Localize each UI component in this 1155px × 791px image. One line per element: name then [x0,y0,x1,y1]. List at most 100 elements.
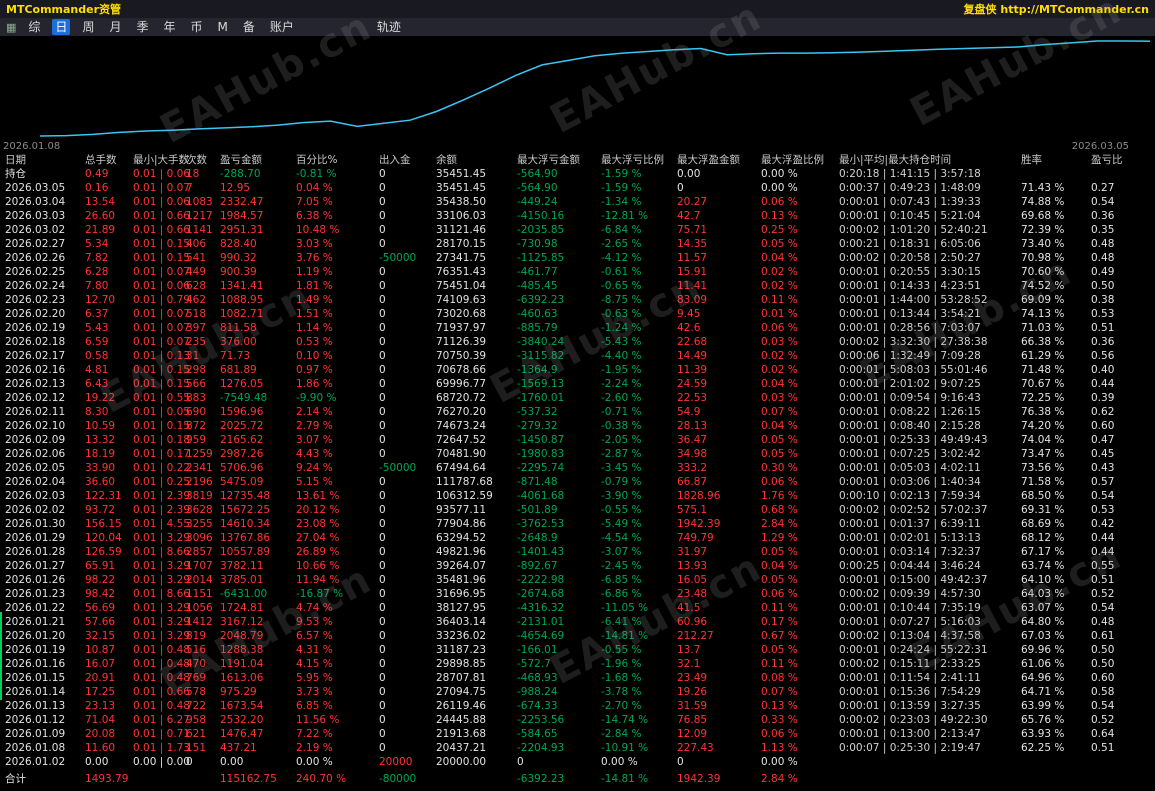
table-row[interactable]: 2026.01.15 20.91 0.01 | 0.48 769 1613.06 5.95… [0,671,1155,685]
cell-percent: 13.61 % [296,490,340,502]
cell-lots: 19.22 [85,392,116,404]
col-header-max-float-loss[interactable]: 最大浮亏金额 [517,153,601,167]
table-row[interactable]: 2026.02.17 0.58 0.01 | 0.13 31 71.73 0.10 % 0 7… [0,349,1155,363]
table-row[interactable]: 2026.01.13 23.13 0.01 | 0.48 722 1673.54 6.85… [0,699,1155,713]
table-row[interactable]: 2026.01.08 11.60 0.01 | 1.73 151 437.21 2.19 … [0,741,1155,755]
col-header-lots[interactable]: 总手数 [85,153,133,167]
cell-max-float-profit-pct: 0.03 % [761,336,798,348]
toolbar-tab-9[interactable]: 账户 [267,19,297,35]
cell-balance: 31187.23 [436,644,487,656]
toolbar-tab-1[interactable]: 日 [52,19,71,35]
col-header-minmax-lots[interactable]: 最小|大手数 [133,153,189,167]
table-row[interactable]: 2026.02.23 12.70 0.01 | 0.79 462 1088.95 1.49… [0,293,1155,307]
table-row[interactable]: 2026.01.02 0.00 0.00 | 0.00 0 0.00 0.00 % 2000… [0,755,1155,769]
col-header-max-float-profit[interactable]: 最大浮盈金额 [677,153,761,167]
table-row[interactable]: 2026.02.11 8.30 0.01 | 0.05 690 1596.96 2.14 … [0,405,1155,419]
col-header-date[interactable]: 日期 [5,153,85,167]
cell-max-float-loss-pct: -14.81 % [601,630,649,642]
cell-profit: 71.73 [220,350,251,362]
table-row[interactable]: 2026.01.28 126.59 0.01 | 8.66 2857 10557.89 2… [0,545,1155,559]
cell-inout: 0 [379,588,386,600]
table-row[interactable]: 持仓 0.49 0.01 | 0.06 18 -288.70 -0.81 % 0 35451.… [0,167,1155,181]
brand-link[interactable]: 复盘侠 http://MTCommander.cn [964,1,1149,17]
toolbar-tab-0[interactable]: 综 [25,19,43,35]
col-header-max-float-profit-pct[interactable]: 最大浮盈比例 [761,153,839,167]
toolbar-tab-8[interactable]: 备 [240,19,258,35]
cell-minmax-lots: 0.01 | 0.71 [133,728,190,740]
table-row[interactable]: 2026.02.10 10.59 0.01 | 0.15 872 2025.72 2.79… [0,419,1155,433]
toolbar-tab-2[interactable]: 周 [79,19,97,35]
cell-minmax-lots: 0.01 | 2.39 [133,490,190,502]
table-row[interactable]: 2026.02.19 5.43 0.01 | 0.07 397 811.58 1.14 %… [0,321,1155,335]
table-row[interactable]: 2026.01.12 71.04 0.01 | 6.27 958 2532.20 11.5… [0,713,1155,727]
table-row[interactable]: 2026.01.20 32.15 0.01 | 3.29 819 2048.79 6.57… [0,629,1155,643]
cell-pl-ratio: 0.54 [1091,490,1115,502]
table-row[interactable]: 2026.02.06 18.19 0.01 | 0.17 1259 2987.26 4.4… [0,447,1155,461]
cell-pl-ratio: 0.53 [1091,504,1115,516]
cell-hold-time: 0:00:01 | 0:15:00 | 49:42:37 [839,574,988,586]
table-row[interactable]: 2026.02.13 6.43 0.01 | 0.15 566 1276.05 1.86 … [0,377,1155,391]
table-row[interactable]: 2026.01.23 98.42 0.01 | 8.66 1151 -6431.00 -1… [0,587,1155,601]
table-row[interactable]: 2026.03.02 21.89 0.01 | 0.66 1141 2951.31 10.… [0,223,1155,237]
table-row[interactable]: 2026.01.30 156.15 0.01 | 4.55 3255 14610.34 2… [0,517,1155,531]
toolbar-tab-3[interactable]: 月 [106,19,124,35]
table-row[interactable]: 2026.02.04 36.60 0.01 | 0.25 2196 5475.09 5.1… [0,475,1155,489]
table-row[interactable]: 2026.01.16 16.07 0.01 | 0.48 470 1191.04 4.15… [0,657,1155,671]
table-total-row[interactable]: 合计 1493.79 115162.75 240.70 % -80000 -6392.23… [0,772,1155,786]
table-row[interactable]: 2026.03.04 13.54 0.01 | 0.06 1083 2332.47 7.0… [0,195,1155,209]
table-row[interactable]: 2026.02.03 122.31 0.01 | 2.39 3819 12735.48 1… [0,489,1155,503]
table-row[interactable]: 2026.01.27 65.91 0.01 | 3.29 1707 3782.11 10.… [0,559,1155,573]
table-row[interactable]: 2026.03.03 26.60 0.01 | 0.66 1217 1984.57 6.3… [0,209,1155,223]
table-row[interactable]: 2026.02.26 7.82 0.01 | 0.15 541 990.32 3.76 %… [0,251,1155,265]
cell-max-float-loss-pct: -6.85 % [601,574,642,586]
table-row[interactable]: 2026.02.25 6.28 0.01 | 0.07 449 900.39 1.19 %… [0,265,1155,279]
cell-max-float-profit: 11.41 [677,280,708,292]
table-row[interactable]: 2026.03.05 0.16 0.01 | 0.07 7 12.95 0.04 % 0 35… [0,181,1155,195]
col-header-max-float-loss-pct[interactable]: 最大浮亏比例 [601,153,677,167]
title-bar: MTCommander资管 复盘侠 http://MTCommander.cn [0,0,1155,18]
table-row[interactable]: 2026.01.21 57.66 0.01 | 3.29 1412 3167.12 9.5… [0,615,1155,629]
toolbar-tab-5[interactable]: 年 [160,19,178,35]
col-header-count[interactable]: 次数 [186,153,220,167]
col-header-pl-ratio[interactable]: 盈亏比 [1091,153,1140,167]
table-row[interactable]: 2026.02.27 5.34 0.01 | 0.15 406 828.40 3.03 %… [0,237,1155,251]
toolbar-tab-7[interactable]: M [215,19,231,35]
table-row[interactable]: 2026.02.20 6.37 0.01 | 0.07 518 1082.71 1.51 … [0,307,1155,321]
table-row[interactable]: 2026.02.02 93.72 0.01 | 2.39 3628 15672.25 20… [0,503,1155,517]
table-row[interactable]: 2026.01.09 20.08 0.01 | 0.71 621 1476.47 7.22… [0,727,1155,741]
table-row[interactable]: 2026.02.16 4.81 0.01 | 0.15 298 681.89 0.97 %… [0,363,1155,377]
cell-balance: 35451.45 [436,168,487,180]
table-row[interactable]: 2026.01.29 120.04 0.01 | 3.29 3096 13767.86 2… [0,531,1155,545]
chart-end-date: 2026.03.05 [1071,141,1129,152]
cell-win-rate [1021,167,1091,181]
col-header-win-rate[interactable]: 胜率 [1021,153,1091,167]
toolbar-tab-4[interactable]: 季 [133,19,151,35]
col-header-profit[interactable]: 盈亏金额 [220,153,296,167]
table-row[interactable]: 2026.02.05 33.90 0.01 | 0.22 2341 5706.96 9.2… [0,461,1155,475]
cell-inout: 0 [379,434,386,446]
col-header-percent[interactable]: 百分比% [296,153,379,167]
toolbar-tab-10[interactable]: 轨迹 [374,19,404,35]
toolbar-tab-6[interactable]: 币 [188,19,206,35]
cell-lots: 122.31 [85,490,122,502]
table-row[interactable]: 2026.02.09 13.32 0.01 | 0.18 959 2165.62 3.07… [0,433,1155,447]
col-header-hold-time[interactable]: 最小|平均|最大持仓时间 [839,153,1021,167]
table-row[interactable]: 2026.01.14 17.25 0.01 | 0.66 578 975.29 3.73 … [0,685,1155,699]
cell-max-float-loss: -6392.23 [517,294,565,306]
cell-hold-time: 0:00:01 | 1:44:00 | 53:28:52 [839,294,988,306]
table-row[interactable]: 2026.02.18 6.59 0.01 | 0.07 235 376.00 0.53 %… [0,335,1155,349]
col-header-inout[interactable]: 出入金 [379,153,436,167]
cell-pl-ratio: 0.62 [1091,406,1115,418]
selection-strip [0,612,2,700]
table-row[interactable]: 2026.01.19 10.87 0.01 | 0.48 516 1288.38 4.31… [0,643,1155,657]
cell-inout: 0 [379,280,386,292]
col-header-balance[interactable]: 余额 [436,153,517,167]
table-row[interactable]: 2026.02.24 7.80 0.01 | 0.06 628 1341.41 1.81 … [0,279,1155,293]
cell-percent: 1.49 % [296,294,333,306]
menu-icon[interactable]: ▦ [6,21,16,34]
cell-hold-time: 0:00:01 | 0:15:36 | 7:54:29 [839,686,981,698]
table-row[interactable]: 2026.02.12 19.22 0.01 | 0.55 883 -7549.48 -9.… [0,391,1155,405]
cell-win-rate: 71.43 % [1021,182,1065,194]
table-row[interactable]: 2026.01.26 98.22 0.01 | 3.29 2014 3785.01 11.… [0,573,1155,587]
table-row[interactable]: 2026.01.22 56.69 0.01 | 3.29 1056 1724.81 4.7… [0,601,1155,615]
